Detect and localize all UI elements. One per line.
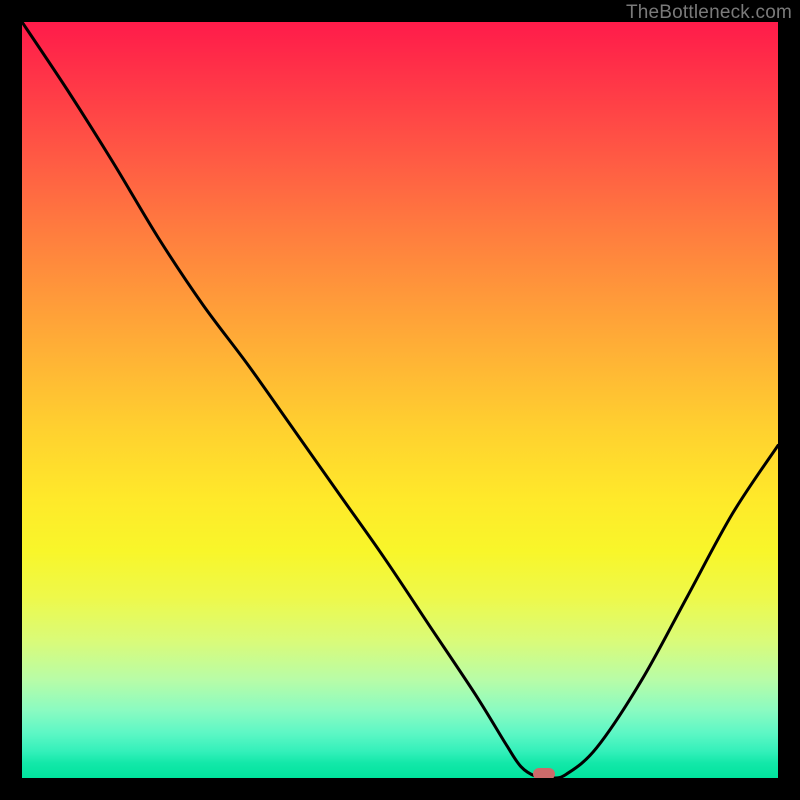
bottleneck-curve: [22, 22, 778, 778]
optimal-point-marker: [533, 768, 555, 778]
watermark-text: TheBottleneck.com: [626, 2, 792, 24]
plot-area: [22, 22, 778, 778]
chart-frame: TheBottleneck.com: [0, 0, 800, 800]
